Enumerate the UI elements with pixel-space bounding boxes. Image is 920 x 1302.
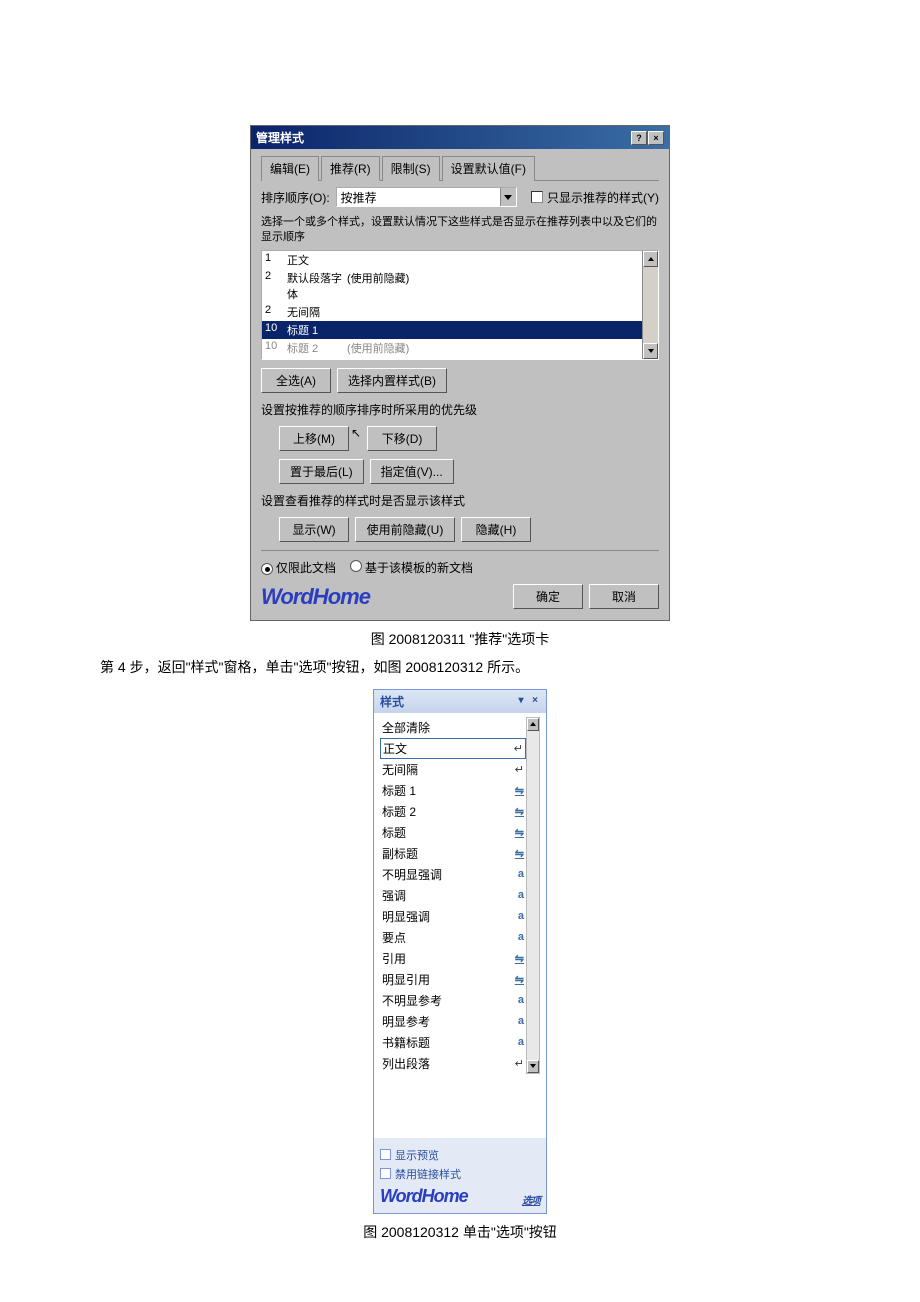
disable-linked-label: 禁用链接样式 bbox=[395, 1166, 461, 1182]
show-button[interactable]: 显示(W) bbox=[279, 517, 349, 542]
style-item[interactable]: 引用⇋ bbox=[380, 948, 526, 969]
style-item[interactable]: 不明显参考a bbox=[380, 990, 526, 1011]
figure-caption-2: 图 2008120312 单击"选项"按钮 bbox=[0, 1222, 920, 1242]
tab-restrict[interactable]: 限制(S) bbox=[382, 156, 440, 181]
style-item[interactable]: 明显强调a bbox=[380, 906, 526, 927]
move-last-button[interactable]: 置于最后(L) bbox=[279, 459, 364, 484]
style-item[interactable]: 明显引用⇋ bbox=[380, 969, 526, 990]
styles-pane-title: 样式 bbox=[380, 693, 404, 710]
list-item[interactable]: 2无间隔 bbox=[262, 303, 642, 321]
show-recommended-checkbox[interactable] bbox=[531, 191, 543, 203]
instruction-text: 选择一个或多个样式，设置默认情况下这些样式是否显示在推荐列表中以及它们的显示顺序 bbox=[261, 215, 659, 246]
tab-defaults[interactable]: 设置默认值(F) bbox=[442, 156, 535, 181]
style-item[interactable]: 强调a bbox=[380, 885, 526, 906]
styles-scrollbar[interactable] bbox=[526, 717, 540, 1074]
priority-section-label: 设置按推荐的顺序排序时所采用的优先级 bbox=[261, 401, 659, 418]
style-item[interactable]: 标题 1⇋ bbox=[380, 780, 526, 801]
sort-order-label: 排序顺序(O): bbox=[261, 189, 330, 206]
select-builtin-button[interactable]: 选择内置样式(B) bbox=[337, 368, 447, 393]
dialog-title: 管理样式 bbox=[256, 129, 631, 146]
style-item[interactable]: 列出段落↵ bbox=[380, 1053, 526, 1074]
style-item[interactable]: 正文↵ bbox=[380, 738, 526, 759]
show-preview-label: 显示预览 bbox=[395, 1147, 439, 1163]
clear-all-item[interactable]: 全部清除 bbox=[380, 717, 526, 738]
styles-pane-header: 样式 ▾ × bbox=[374, 690, 546, 713]
tab-strip: 编辑(E) 推荐(R) 限制(S) 设置默认值(F) bbox=[261, 155, 659, 181]
scrollbar[interactable] bbox=[642, 251, 658, 359]
style-item[interactable]: 无间隔↵ bbox=[380, 759, 526, 780]
disable-linked-checkbox[interactable] bbox=[380, 1168, 391, 1179]
move-up-button[interactable]: 上移(M) bbox=[279, 426, 349, 451]
pane-close-icon[interactable]: × bbox=[530, 696, 540, 706]
style-item[interactable]: 标题 2⇋ bbox=[380, 801, 526, 822]
visibility-section-label: 设置查看推荐的样式时是否显示该样式 bbox=[261, 492, 659, 509]
assign-value-button[interactable]: 指定值(V)... bbox=[370, 459, 454, 484]
style-item[interactable]: 明显参考a bbox=[380, 1011, 526, 1032]
ok-button[interactable]: 确定 bbox=[513, 584, 583, 609]
manage-styles-dialog: 管理样式 ? × 编辑(E) 推荐(R) 限制(S) 设置默认值(F) 排序顺序… bbox=[250, 125, 670, 621]
help-button[interactable]: ? bbox=[631, 131, 647, 145]
move-down-button[interactable]: 下移(D) bbox=[367, 426, 437, 451]
tab-edit[interactable]: 编辑(E) bbox=[261, 156, 319, 181]
hide-until-used-button[interactable]: 使用前隐藏(U) bbox=[355, 517, 455, 542]
list-item[interactable]: 2默认段落字体(使用前隐藏) bbox=[262, 269, 642, 303]
watermark-logo: WordHome bbox=[261, 584, 370, 610]
sort-order-input[interactable] bbox=[337, 188, 500, 206]
tab-recommend[interactable]: 推荐(R) bbox=[321, 156, 380, 181]
list-item[interactable]: 10标题 2(使用前隐藏) bbox=[262, 339, 642, 357]
select-all-button[interactable]: 全选(A) bbox=[261, 368, 331, 393]
sort-order-select[interactable] bbox=[336, 187, 517, 207]
style-item[interactable]: 要点a bbox=[380, 927, 526, 948]
styles-pane: 样式 ▾ × 全部清除 正文↵无间隔↵标题 1⇋标题 2⇋标题⇋副标题⇋不明显强… bbox=[373, 689, 547, 1214]
style-item[interactable]: 副标题⇋ bbox=[380, 843, 526, 864]
scroll-up-button[interactable] bbox=[643, 251, 658, 267]
radio-this-doc[interactable]: 仅限此文档 bbox=[261, 559, 336, 576]
show-recommended-label: 只显示推荐的样式(Y) bbox=[547, 189, 659, 206]
pane-menu-icon[interactable]: ▾ bbox=[516, 696, 526, 706]
cursor-icon: ↖ bbox=[351, 426, 361, 451]
radio-template[interactable]: 基于该模板的新文档 bbox=[350, 559, 473, 576]
options-link[interactable]: 选项 bbox=[522, 1192, 540, 1207]
dropdown-icon[interactable] bbox=[500, 188, 516, 206]
list-item[interactable]: 1正文 bbox=[262, 251, 642, 269]
scroll-down-button[interactable] bbox=[643, 343, 658, 359]
watermark-logo-2: WordHome bbox=[380, 1186, 468, 1207]
style-item[interactable]: 标题⇋ bbox=[380, 822, 526, 843]
list-item[interactable]: 10标题 3(使用前隐藏) bbox=[262, 357, 642, 359]
step-4-text: 第 4 步，返回"样式"窗格，单击"选项"按钮，如图 2008120312 所示… bbox=[0, 657, 920, 677]
figure-caption-1: 图 2008120311 "推荐"选项卡 bbox=[0, 629, 920, 649]
show-preview-checkbox[interactable] bbox=[380, 1149, 391, 1160]
style-item[interactable]: 不明显强调a bbox=[380, 864, 526, 885]
cancel-button[interactable]: 取消 bbox=[589, 584, 659, 609]
dialog-titlebar: 管理样式 ? × bbox=[251, 126, 669, 149]
list-item[interactable]: 10标题 1 bbox=[262, 321, 642, 339]
style-item[interactable]: 书籍标题a bbox=[380, 1032, 526, 1053]
hide-button[interactable]: 隐藏(H) bbox=[461, 517, 531, 542]
styles-listbox[interactable]: 1正文2默认段落字体(使用前隐藏)2无间隔10标题 110标题 2(使用前隐藏)… bbox=[261, 250, 659, 360]
close-button[interactable]: × bbox=[648, 131, 664, 145]
